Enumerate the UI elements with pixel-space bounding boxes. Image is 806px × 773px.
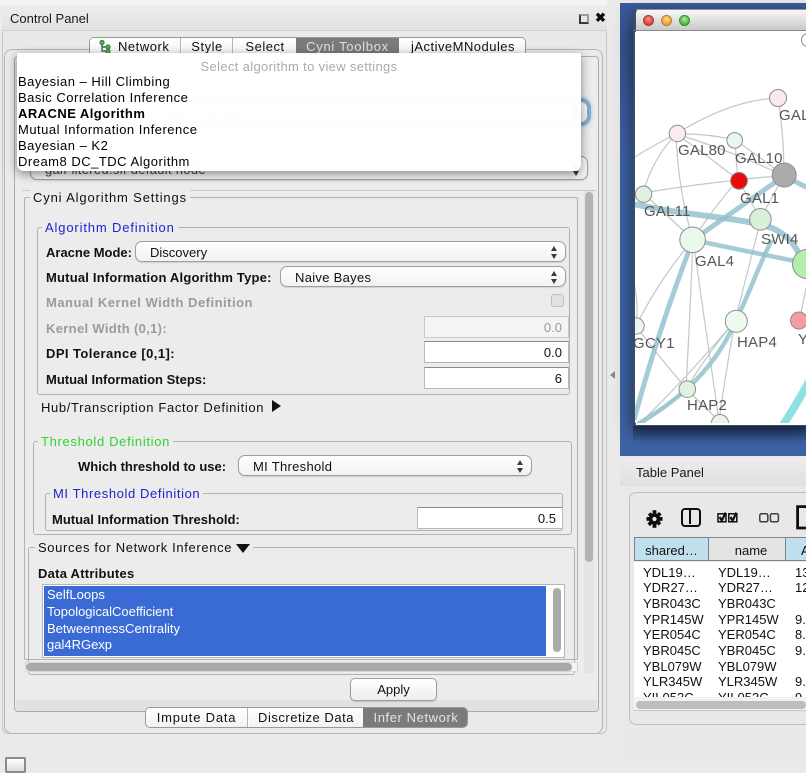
svg-text:GAL4: GAL4 <box>695 253 734 270</box>
svg-text:GAL11: GAL11 <box>644 203 691 220</box>
svg-text:HAP4: HAP4 <box>737 334 777 351</box>
svg-text:GAL80: GAL80 <box>678 142 726 159</box>
svg-text:GAL1: GAL1 <box>740 190 779 207</box>
svg-text:SWI4: SWI4 <box>761 231 798 248</box>
svg-text:GCY1: GCY1 <box>635 335 675 352</box>
svg-text:GAL: GAL <box>779 107 806 124</box>
svg-text:Y: Y <box>798 331 806 348</box>
svg-text:HAP2: HAP2 <box>687 397 727 414</box>
svg-text:GAL10: GAL10 <box>735 150 783 167</box>
